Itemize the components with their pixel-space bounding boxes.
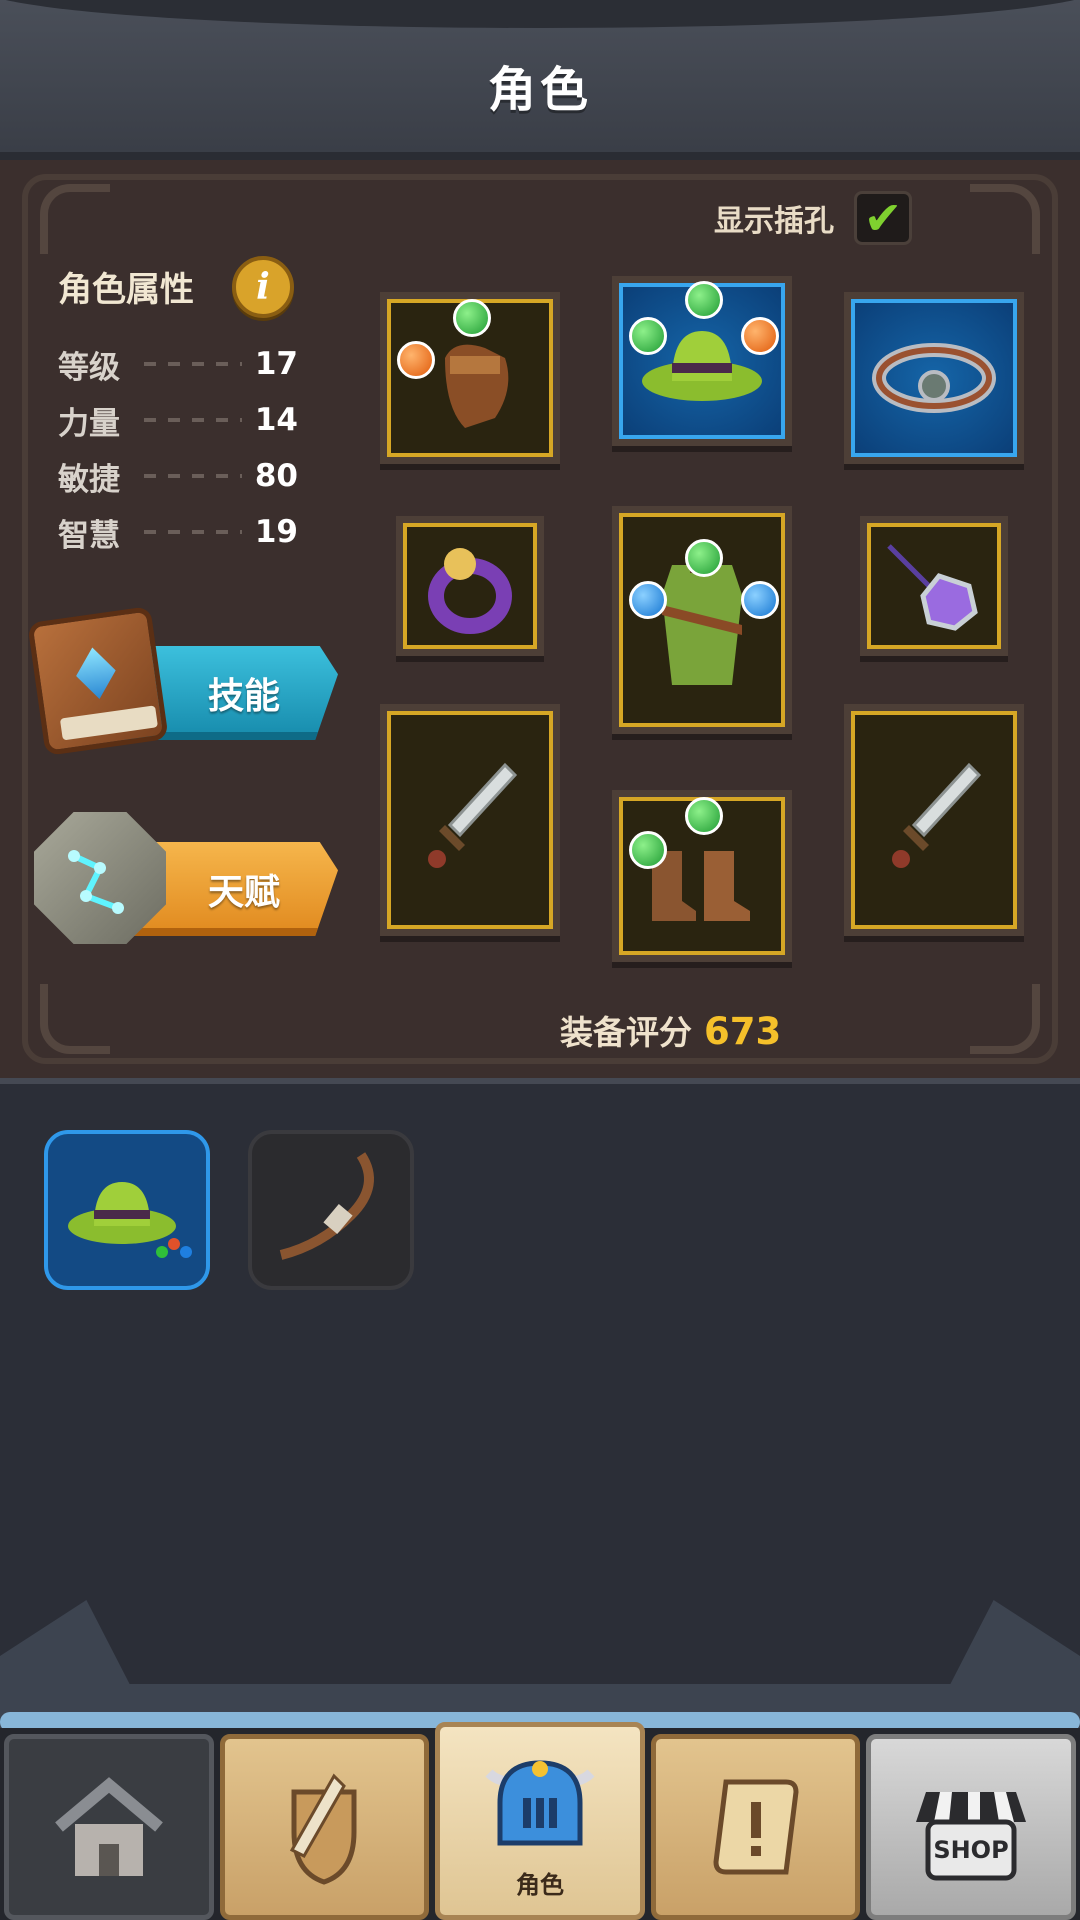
show-sockets-label: 显示插孔 — [714, 204, 834, 239]
equip-slot-amulet[interactable] — [860, 516, 1008, 656]
equip-slot-offhand[interactable] — [844, 704, 1024, 936]
talents-button[interactable]: 天赋 — [30, 806, 338, 956]
socket-gem — [685, 539, 723, 577]
shop-text: SHOP — [933, 1836, 1008, 1864]
nav-battle[interactable] — [219, 1734, 430, 1920]
equip-slot-ring[interactable] — [396, 516, 544, 656]
stat-value: 80 — [254, 458, 298, 494]
stat-row-wisdom: 智慧 19 — [58, 510, 298, 554]
stat-label: 敏捷 — [58, 461, 120, 498]
helmet-icon — [485, 1759, 595, 1845]
frame-ornament — [970, 184, 1040, 254]
score-label: 装备评分 — [560, 1013, 692, 1052]
equipment-score: 装备评分 673 — [560, 1006, 781, 1054]
slot-frame — [619, 797, 785, 955]
home-icon — [54, 1777, 163, 1876]
shop-icon: SHOP — [916, 1792, 1027, 1881]
equip-slot-boots[interactable] — [612, 790, 792, 962]
socket-gem — [685, 281, 723, 319]
skill-book-icon — [27, 606, 169, 756]
bracer-icon — [872, 343, 996, 413]
socket-gem — [629, 581, 667, 619]
stat-row-strength: 力量 14 — [58, 398, 298, 442]
stat-value: 17 — [254, 346, 298, 382]
nav-character[interactable]: 角色 — [435, 1722, 645, 1920]
socket-gem — [629, 317, 667, 355]
slot-frame — [851, 711, 1017, 929]
equip-slot-bracer[interactable] — [844, 292, 1024, 464]
stat-row-agility: 敏捷 80 — [58, 454, 298, 498]
stat-divider — [144, 418, 242, 422]
amulet-icon — [887, 544, 978, 631]
nav-shop[interactable]: SHOP — [866, 1734, 1076, 1920]
frame-ornament — [970, 984, 1040, 1054]
show-sockets-checkbox[interactable]: ✔ — [854, 191, 912, 245]
equip-slot-hat[interactable] — [612, 276, 792, 446]
socket-gem — [397, 341, 435, 379]
header-rock-edge — [0, 0, 1080, 28]
equip-slot-mainhand[interactable] — [380, 704, 560, 936]
checkmark-icon: ✔ — [863, 191, 903, 245]
frame-ornament — [40, 184, 110, 254]
inventory-item-bow[interactable] — [248, 1130, 414, 1290]
ring-icon — [428, 548, 512, 634]
sword-icon — [428, 762, 518, 868]
stat-divider — [144, 530, 242, 534]
nav-home[interactable] — [4, 1734, 214, 1920]
hat-icon — [68, 1182, 192, 1258]
skills-button[interactable]: 技能 — [27, 606, 338, 760]
show-sockets-toggle[interactable]: 显示插孔 ✔ — [714, 190, 912, 246]
header-bar: 角色 — [0, 0, 1080, 160]
quest-scroll-icon — [713, 1779, 799, 1875]
slot-frame — [403, 523, 537, 649]
equip-slot-armor[interactable] — [612, 506, 792, 734]
socket-gem — [629, 831, 667, 869]
inventory-grid — [0, 1078, 1080, 1698]
socket-gem — [685, 797, 723, 835]
slot-frame — [619, 281, 785, 439]
slot-frame — [387, 299, 553, 457]
slot-frame — [867, 523, 1001, 649]
stat-row-level: 等级 17 — [58, 342, 298, 386]
slot-frame — [387, 711, 553, 929]
sword-icon — [892, 762, 982, 868]
slot-frame — [619, 513, 785, 727]
socket-gem — [453, 299, 491, 337]
page-title: 角色 — [487, 62, 592, 118]
nav-quests[interactable] — [650, 1734, 861, 1920]
character-panel: 显示插孔 ✔ 角色属性 i 等级 17 力量 14 敏捷 80 智慧 19 技能… — [0, 160, 1080, 1078]
stat-label: 智慧 — [58, 517, 120, 554]
equip-slot-gloves[interactable] — [380, 292, 560, 464]
attributes-title: 角色属性 — [58, 270, 194, 310]
stat-value: 19 — [254, 514, 298, 550]
score-value: 673 — [704, 1010, 782, 1053]
stat-label: 力量 — [58, 405, 120, 442]
sword-shield-icon — [290, 1773, 357, 1885]
bottom-nav: 角色 SHOP — [0, 1722, 1080, 1920]
slot-frame — [851, 299, 1017, 457]
inventory-item-hat[interactable] — [44, 1130, 210, 1290]
stat-divider — [144, 362, 242, 366]
stat-label: 等级 — [58, 349, 120, 386]
stat-value: 14 — [254, 402, 298, 438]
nav-character-label: 角色 — [515, 1870, 564, 1899]
socket-gem — [741, 317, 779, 355]
info-icon[interactable]: i — [232, 256, 294, 318]
frame-ornament — [40, 984, 110, 1054]
socket-gem — [741, 581, 779, 619]
bow-icon — [279, 1152, 374, 1260]
stat-divider — [144, 474, 242, 478]
